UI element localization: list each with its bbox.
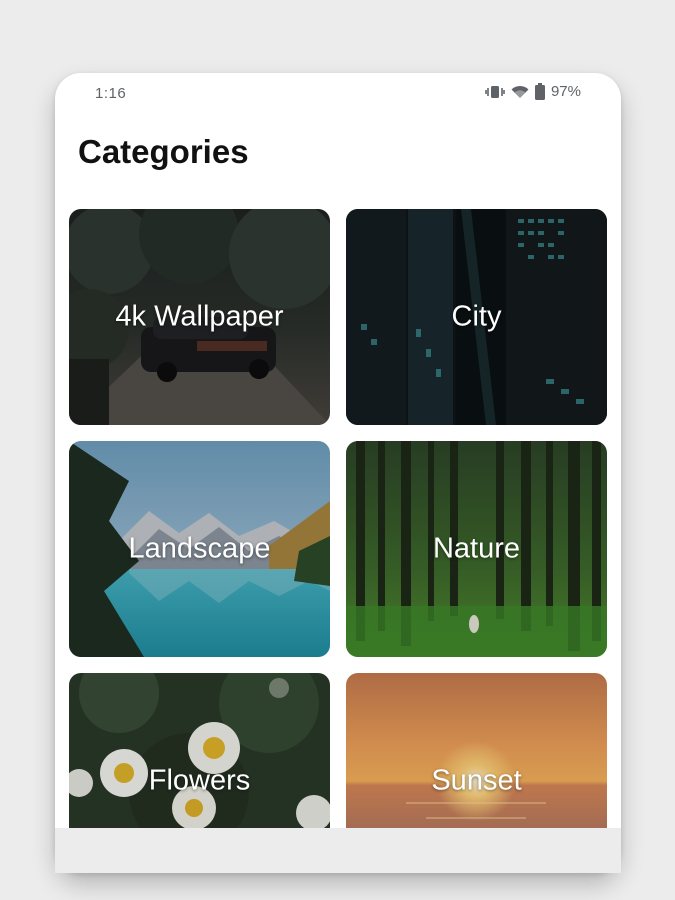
status-time: 1:16 [95, 85, 127, 102]
battery-icon [534, 83, 545, 100]
battery-percent: 97% [550, 83, 581, 100]
phone-screen: 1:16 97% Categories 4k Wallpaper City La… [55, 73, 621, 873]
category-grid: 4k Wallpaper City Landscape Nature Flowe… [69, 209, 607, 873]
category-card-landscape[interactable]: Landscape [69, 441, 330, 657]
category-label: Flowers [148, 764, 251, 797]
vibrate-icon [485, 85, 505, 99]
category-label: Sunset [431, 764, 522, 797]
page-title: Categories [78, 133, 249, 170]
category-label: 4k Wallpaper [115, 300, 284, 333]
category-label: Landscape [128, 532, 271, 565]
category-card-nature[interactable]: Nature [346, 441, 607, 657]
screen-bottom-crop [55, 828, 621, 873]
category-card-4k-wallpaper[interactable]: 4k Wallpaper [69, 209, 330, 425]
category-label: Nature [432, 532, 521, 565]
wifi-icon [511, 85, 529, 99]
status-icons: 97% [485, 83, 581, 100]
category-label: City [451, 300, 502, 333]
status-bar: 1:16 97% [55, 73, 621, 113]
category-card-city[interactable]: City [346, 209, 607, 425]
